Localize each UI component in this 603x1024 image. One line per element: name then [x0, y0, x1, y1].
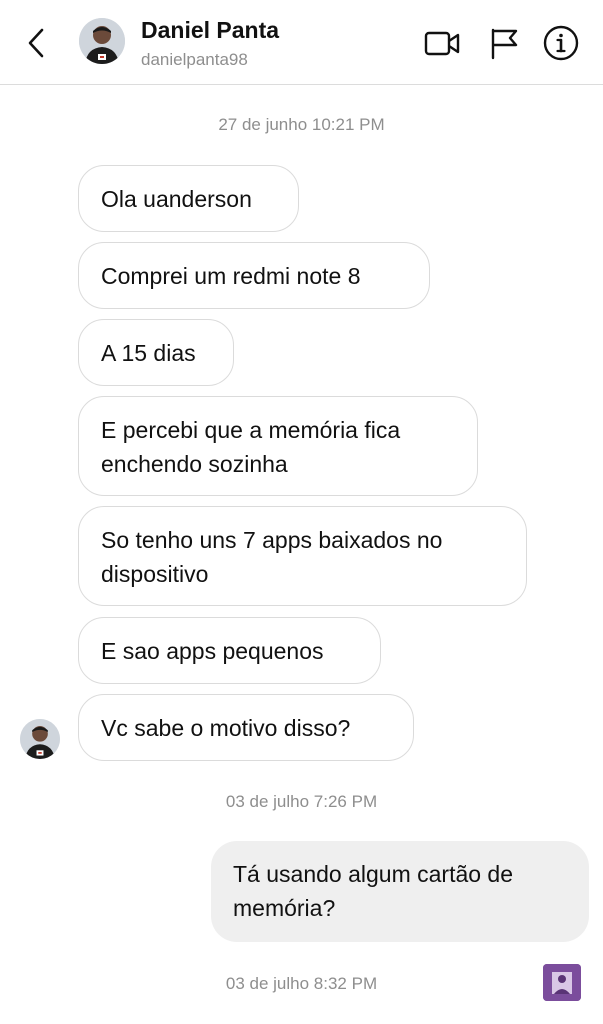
message-timestamp: 03 de julho 7:26 PM	[225, 792, 378, 811]
details-button[interactable]	[542, 24, 580, 62]
report-button[interactable]	[486, 24, 524, 62]
incoming-message[interactable]: So tenho uns 7 apps baixados no disposit…	[78, 506, 527, 606]
avatar-image	[20, 719, 60, 759]
sender-avatar[interactable]	[20, 719, 60, 759]
video-camera-icon	[424, 31, 460, 56]
back-button[interactable]	[24, 26, 50, 60]
chat-header: Daniel Panta danielpanta98	[0, 0, 603, 85]
incoming-message[interactable]: A 15 dias	[78, 319, 234, 386]
seen-avatar	[543, 964, 581, 1001]
incoming-message[interactable]: Comprei um redmi note 8	[78, 242, 430, 309]
message-timestamp: 03 de julho 8:32 PM	[225, 974, 378, 993]
seen-image	[543, 964, 581, 1001]
avatar-image	[79, 18, 125, 64]
contact-avatar[interactable]	[79, 18, 125, 64]
info-icon	[543, 25, 579, 61]
incoming-message[interactable]: E percebi que a memória fica enchendo so…	[78, 396, 478, 496]
contact-username: danielpanta98	[141, 50, 248, 69]
incoming-message[interactable]: Vc sabe o motivo disso?	[78, 694, 414, 761]
incoming-message[interactable]: Ola uanderson	[78, 165, 299, 232]
contact-name[interactable]: Daniel Panta	[141, 17, 279, 44]
chevron-left-icon	[28, 28, 44, 58]
video-call-button[interactable]	[423, 24, 461, 62]
incoming-message[interactable]: E sao apps pequenos	[78, 617, 381, 684]
message-timestamp: 27 de junho 10:21 PM	[218, 115, 385, 134]
outgoing-message[interactable]: Tá usando algum cartão de memória?	[211, 841, 589, 942]
chat-screen: Daniel Panta danielpanta98 27 de junho 1…	[0, 0, 603, 1024]
flag-icon	[491, 28, 518, 60]
